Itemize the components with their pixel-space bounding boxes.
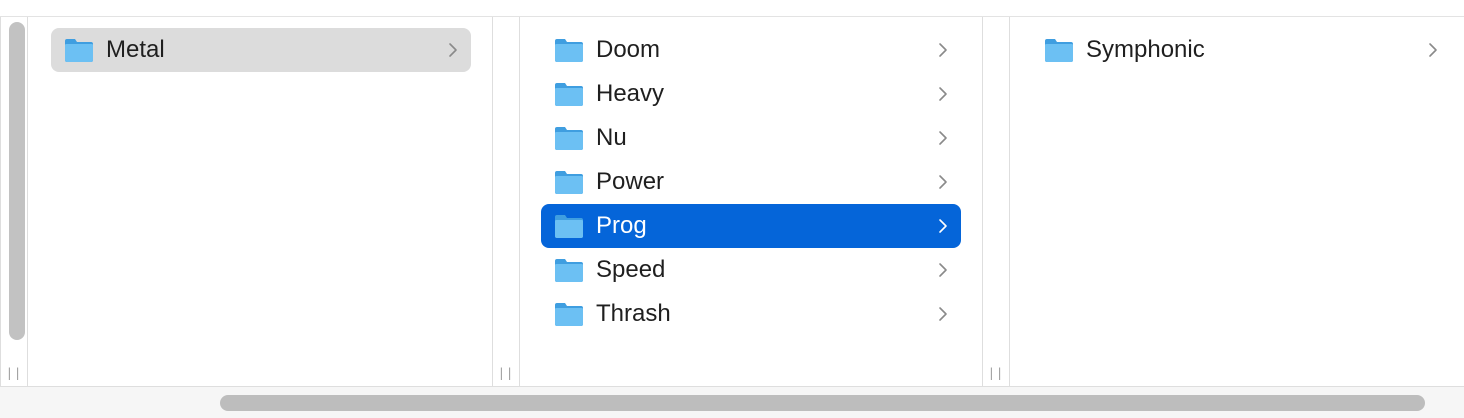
folder-icon [554,81,584,107]
column-resize-handle-icon[interactable]: || [493,366,519,380]
folder-label: Speed [596,256,666,283]
horizontal-scrollbar-thumb[interactable] [220,395,1425,411]
column-divider-2: || [982,17,1010,386]
folder-icon [554,37,584,63]
folder-icon [1044,37,1074,63]
folder-row-metal[interactable]: Metal [51,28,471,72]
folder-row-prog[interactable]: Prog [541,204,961,248]
folder-label: Doom [596,36,661,63]
folder-icon [554,213,584,239]
chevron-right-icon [937,174,949,190]
chevron-right-icon [937,306,949,322]
column-resize-handle-icon[interactable]: || [983,366,1009,380]
folder-icon [554,125,584,151]
folder-label: Metal [106,36,165,63]
folder-label: Symphonic [1086,36,1205,63]
column-3: Symphonic [1010,17,1464,386]
folder-icon [64,37,94,63]
column-divider-1: || [492,17,520,386]
folder-row-doom[interactable]: Doom [541,28,961,72]
toolbar-edge [0,0,1464,17]
column-1: Metal [30,17,492,386]
folder-icon [554,301,584,327]
folder-icon [554,257,584,283]
folder-row-thrash[interactable]: Thrash [541,292,961,336]
folder-label: Nu [596,124,627,151]
left-scroll-gutter: || [0,17,28,386]
folder-row-nu[interactable]: Nu [541,116,961,160]
finder-column-view-window: || Metal || Doom Heavy Nu Power Prog Spe… [0,0,1464,418]
chevron-right-icon [937,130,949,146]
column-resize-handle-icon[interactable]: || [1,366,27,380]
folder-label: Thrash [596,300,671,327]
chevron-right-icon [447,42,459,58]
chevron-right-icon [937,218,949,234]
folder-row-symphonic[interactable]: Symphonic [1031,28,1451,72]
column-browser: || Metal || Doom Heavy Nu Power Prog Spe… [0,17,1464,386]
folder-label: Power [596,168,665,195]
chevron-right-icon [1427,42,1439,58]
chevron-right-icon [937,262,949,278]
folder-row-speed[interactable]: Speed [541,248,961,292]
chevron-right-icon [937,42,949,58]
folder-label: Prog [596,212,647,239]
folder-icon [554,169,584,195]
horizontal-scrollbar-track[interactable] [0,386,1464,418]
chevron-right-icon [937,86,949,102]
vertical-scrollbar-thumb[interactable] [9,22,25,340]
folder-label: Heavy [596,80,665,107]
folder-row-power[interactable]: Power [541,160,961,204]
column-2: Doom Heavy Nu Power Prog Speed Thrash [520,17,982,386]
folder-row-heavy[interactable]: Heavy [541,72,961,116]
